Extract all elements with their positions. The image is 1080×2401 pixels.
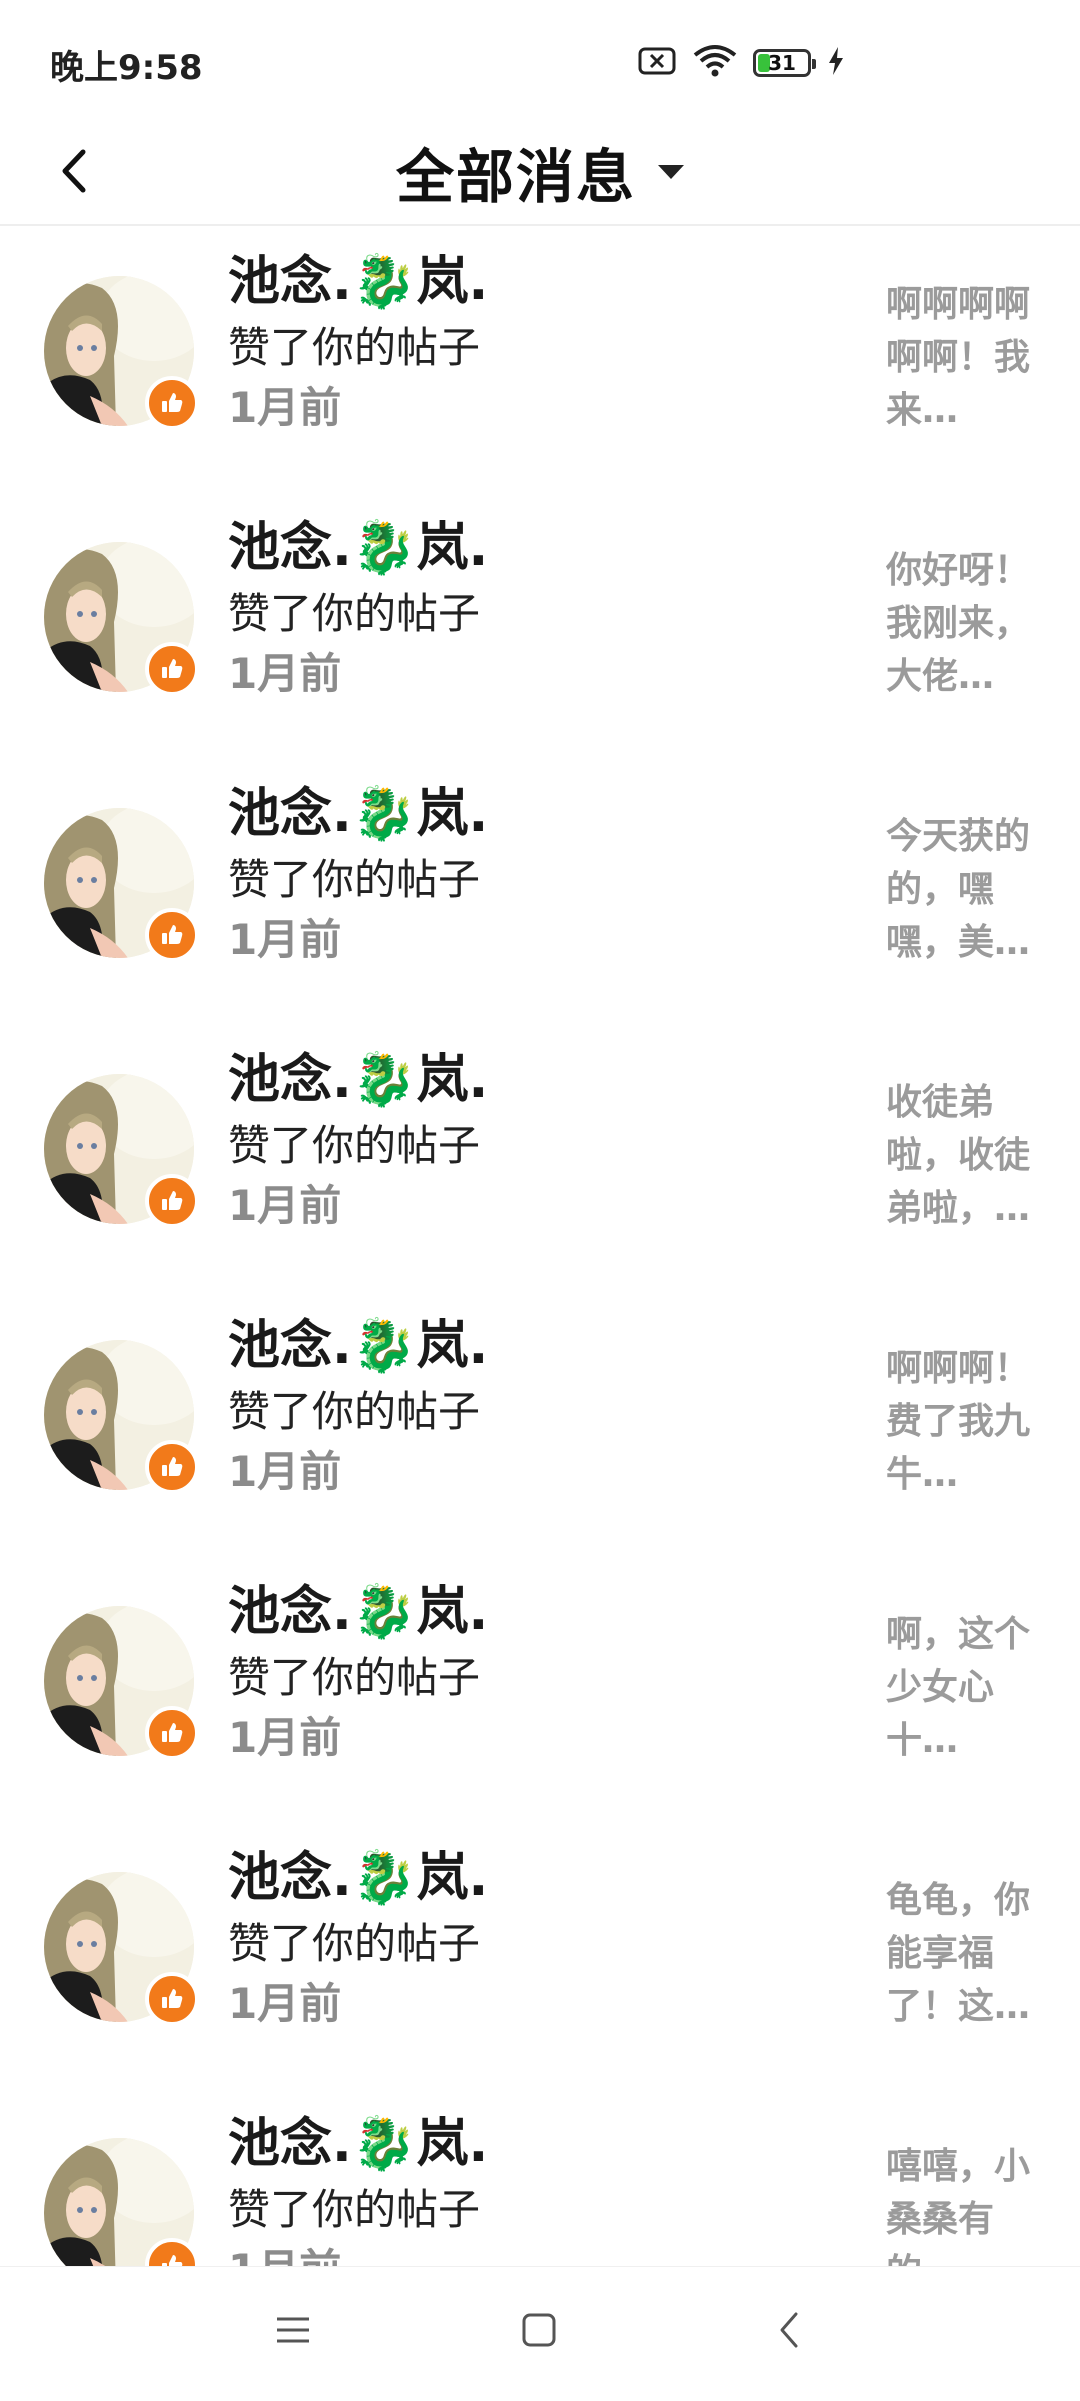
status-bar: 晚上9:58 31 [0, 0, 1080, 120]
message-time: 1月前 [228, 1713, 342, 1762]
message-time: 1月前 [228, 915, 342, 964]
charging-icon [827, 46, 845, 80]
message-list[interactable]: 池念.🐉岚. 赞了你的帖子 1月前 啊啊啊啊啊啊！我来… 池念.🐉岚. 赞了你的… [0, 226, 1080, 2266]
status-time: 晚上9:58 [50, 48, 203, 88]
battery-nub [812, 59, 816, 69]
message-item[interactable]: 池念.🐉岚. 赞了你的帖子 1月前 你好呀！我刚来，大佬… [0, 492, 1080, 758]
message-item[interactable]: 池念.🐉岚. 赞了你的帖子 1月前 龟龟，你能享福了！这… [0, 1822, 1080, 2088]
post-preview[interactable]: 啊啊啊啊啊啊！我来… [886, 278, 1036, 437]
message-action: 赞了你的帖子 [228, 855, 481, 904]
message-time: 1月前 [228, 2240, 848, 2266]
sender-name[interactable]: 池念.🐉岚. [228, 1046, 848, 1114]
sim-off-icon [637, 46, 677, 80]
message-item[interactable]: 池念.🐉岚. 赞了你的帖子 1月前 今天获的的，嘿嘿，美… [0, 758, 1080, 1024]
post-preview[interactable]: 啊，这个少女心十… [886, 1608, 1036, 1767]
message-action: 赞了你的帖子 [228, 2185, 481, 2234]
like-badge-icon [145, 1706, 199, 1760]
message-time: 1月前 [228, 1181, 342, 1230]
status-icons: 31 [637, 44, 845, 82]
post-preview[interactable]: 今天获的的，嘿嘿，美… [886, 810, 1036, 969]
post-preview[interactable]: 嘻嘻，小桑桑有的… [886, 2140, 1036, 2266]
message-item[interactable]: 池念.🐉岚. 赞了你的帖子 1月前 啊啊啊！费了我九牛… [0, 1290, 1080, 1556]
post-preview[interactable]: 你好呀！我刚来，大佬… [886, 544, 1036, 703]
sender-name[interactable]: 池念.🐉岚. [228, 2110, 848, 2178]
message-time: 1月前 [228, 649, 342, 698]
message-text: 池念.🐉岚. 赞了你的帖子 1月前 [228, 514, 848, 704]
sender-name[interactable]: 池念.🐉岚. [228, 1312, 848, 1380]
message-item[interactable]: 池念.🐉岚. 赞了你的帖子 1月前 收徒弟啦，收徒弟啦，… [0, 1024, 1080, 1290]
title-dropdown[interactable]: 全部消息 [0, 120, 1080, 224]
message-action: 赞了你的帖子 [228, 1919, 481, 1968]
like-badge-icon [145, 642, 199, 696]
back-icon [774, 2310, 804, 2354]
message-item[interactable]: 池念.🐉岚. 赞了你的帖子 1月前 啊，这个少女心十… [0, 1556, 1080, 1822]
message-time: 1月前 [228, 1979, 342, 2028]
message-action: 赞了你的帖子 [228, 589, 481, 638]
message-time: 1月前 [228, 1447, 342, 1496]
caret-down-icon [658, 165, 684, 179]
like-badge-icon [145, 1174, 199, 1228]
message-action: 赞了你的帖子 [228, 323, 481, 372]
battery-icon: 31 [753, 49, 816, 77]
sender-name[interactable]: 池念.🐉岚. [228, 1578, 848, 1646]
message-text: 池念.🐉岚. 赞了你的帖子 1月前 [228, 780, 848, 970]
header: 全部消息 [0, 120, 1080, 226]
post-preview[interactable]: 收徒弟啦，收徒弟啦，… [886, 1076, 1036, 1235]
wifi-icon [693, 44, 737, 82]
message-time: 1月前 [228, 383, 342, 432]
sender-name[interactable]: 池念.🐉岚. [228, 514, 848, 582]
system-back-button[interactable] [749, 2297, 829, 2367]
menu-icon [275, 2315, 311, 2349]
message-item[interactable]: 池念.🐉岚. 赞了你的帖子 1月前 嘻嘻，小桑桑有的… [0, 2088, 1080, 2266]
like-badge-icon [145, 376, 199, 430]
system-nav-bar [0, 2266, 1080, 2401]
sender-name[interactable]: 池念.🐉岚. [228, 780, 848, 848]
like-badge-icon [145, 1440, 199, 1494]
battery-level: 31 [768, 51, 796, 75]
message-text: 池念.🐉岚. 赞了你的帖子 1月前 [228, 2110, 848, 2266]
message-action: 赞了你的帖子 [228, 1121, 481, 1170]
menu-button[interactable] [253, 2297, 333, 2367]
message-text: 池念.🐉岚. 赞了你的帖子 1月前 [228, 1844, 848, 2034]
post-preview[interactable]: 啊啊啊！费了我九牛… [886, 1342, 1036, 1501]
message-action: 赞了你的帖子 [228, 1653, 481, 1702]
message-text: 池念.🐉岚. 赞了你的帖子 1月前 [228, 1578, 848, 1768]
message-action: 赞了你的帖子 [228, 1387, 481, 1436]
page-title: 全部消息 [395, 143, 636, 211]
like-badge-icon [145, 1972, 199, 2026]
message-text: 池念.🐉岚. 赞了你的帖子 1月前 [228, 1312, 848, 1502]
home-button[interactable] [499, 2297, 579, 2367]
message-item[interactable]: 池念.🐉岚. 赞了你的帖子 1月前 啊啊啊啊啊啊！我来… [0, 226, 1080, 492]
message-text: 池念.🐉岚. 赞了你的帖子 1月前 [228, 248, 848, 438]
message-text: 池念.🐉岚. 赞了你的帖子 1月前 [228, 1046, 848, 1236]
home-icon [521, 2312, 557, 2352]
post-preview[interactable]: 龟龟，你能享福了！这… [886, 1874, 1036, 2033]
sender-name[interactable]: 池念.🐉岚. [228, 1844, 848, 1912]
sender-name[interactable]: 池念.🐉岚. [228, 248, 848, 316]
like-badge-icon [145, 908, 199, 962]
